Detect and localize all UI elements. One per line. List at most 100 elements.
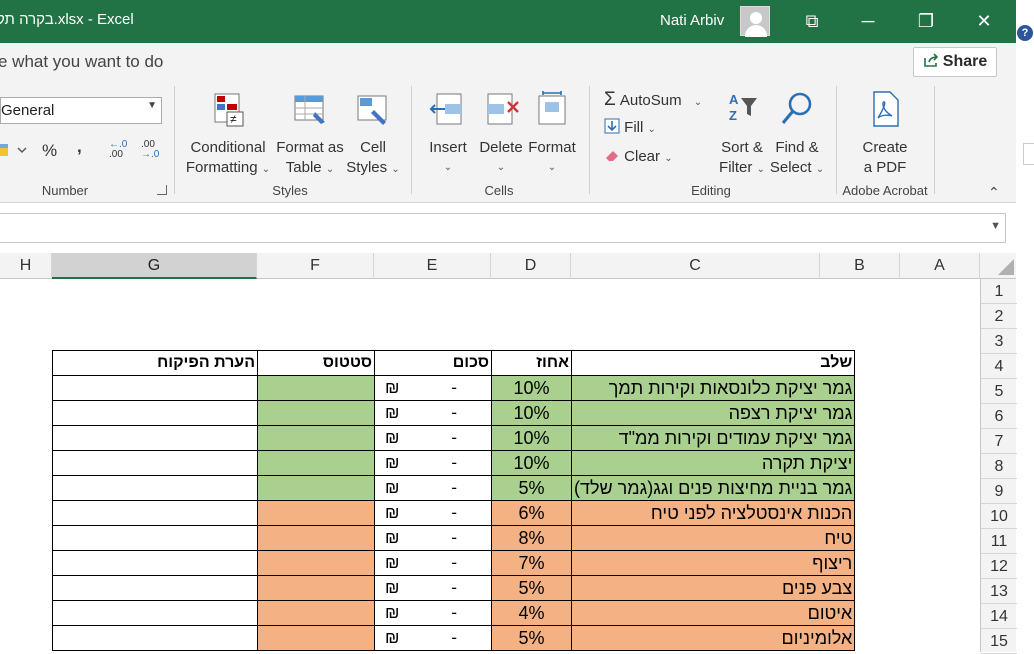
row-header[interactable]: 6 <box>981 404 1017 429</box>
stage-cell[interactable]: צבע פנים <box>570 575 856 601</box>
percent-cell[interactable]: 5% <box>491 475 572 501</box>
percent-cell[interactable]: 6% <box>491 500 572 526</box>
percent-cell[interactable]: 7% <box>491 550 572 576</box>
amount-cell[interactable]: ₪ - <box>374 575 492 601</box>
inspector-note-cell[interactable] <box>52 575 258 601</box>
status-cell[interactable] <box>257 600 375 626</box>
row-header[interactable]: 7 <box>981 429 1017 454</box>
decrease-decimal-button[interactable]: .00 →.0 <box>141 140 159 160</box>
inspector-note-cell[interactable] <box>52 500 258 526</box>
row-header[interactable]: 9 <box>981 479 1017 504</box>
percent-style-button[interactable]: % <box>42 141 57 161</box>
ribbon-display-options-button[interactable]: ⧉ <box>792 6 832 36</box>
conditional-formatting-button[interactable]: ≠ Conditional Formatting ⌄ <box>183 90 273 180</box>
format-as-table-button[interactable]: Format as Table ⌄ <box>273 90 347 180</box>
status-cell[interactable] <box>257 500 375 526</box>
amount-cell[interactable]: ₪ - <box>374 600 492 626</box>
stage-cell[interactable]: גמר יציקת רצפה <box>570 400 856 426</box>
inspector-note-cell[interactable] <box>52 375 258 401</box>
percent-cell[interactable]: 10% <box>491 375 572 401</box>
insert-cells-button[interactable]: Insert ⌄ <box>424 90 472 178</box>
status-cell[interactable] <box>257 625 375 651</box>
tell-me-search[interactable]: e what you want to do <box>0 52 163 72</box>
column-header-h[interactable]: H <box>0 253 52 279</box>
find-select-button[interactable]: Find & Select ⌄ <box>768 90 826 180</box>
amount-cell[interactable]: ₪ - <box>374 400 492 426</box>
row-header[interactable]: 3 <box>981 329 1017 354</box>
inspector-note-cell[interactable] <box>52 550 258 576</box>
row-header[interactable]: 5 <box>981 379 1017 404</box>
stage-cell[interactable]: הכנות אינסטלציה לפני טיח <box>570 500 856 526</box>
row-header[interactable]: 15 <box>981 629 1017 654</box>
delete-cells-button[interactable]: Delete ⌄ <box>476 90 526 178</box>
stage-cell[interactable]: גמר יציקת כלונסאות וקירות תמך <box>570 375 856 401</box>
stage-cell[interactable]: יציקת תקרה <box>570 450 856 476</box>
close-button[interactable]: ✕ <box>964 6 1004 36</box>
stage-cell[interactable]: איטום <box>570 600 856 626</box>
header-inspector-note[interactable]: הערת הפיקוח <box>52 350 258 376</box>
inspector-note-cell[interactable] <box>52 475 258 501</box>
amount-cell[interactable]: ₪ - <box>374 475 492 501</box>
accounting-format-button[interactable] <box>0 140 30 165</box>
status-cell[interactable] <box>257 400 375 426</box>
row-header[interactable]: 4 <box>981 354 1017 379</box>
autosum-button[interactable]: Σ AutoSum ⌄ <box>604 89 702 111</box>
percent-cell[interactable]: 4% <box>491 600 572 626</box>
inspector-note-cell[interactable] <box>52 450 258 476</box>
percent-cell[interactable]: 8% <box>491 525 572 551</box>
stage-cell[interactable]: גמר בניית מחיצות פנים וגג(גמר שלד) <box>570 475 856 501</box>
stage-cell[interactable]: טיח <box>570 525 856 551</box>
percent-cell[interactable]: 5% <box>491 575 572 601</box>
row-header[interactable]: 8 <box>981 454 1017 479</box>
amount-cell[interactable]: ₪ - <box>374 500 492 526</box>
comma-style-button[interactable]: , <box>77 137 82 157</box>
minimize-button[interactable]: ─ <box>848 6 888 36</box>
column-header-b[interactable]: B <box>820 253 900 279</box>
stage-cell[interactable]: גמר יציקת עמודים וקירות ממ"ד <box>570 425 856 451</box>
column-header-g[interactable]: G <box>52 253 257 279</box>
inspector-note-cell[interactable] <box>52 400 258 426</box>
avatar[interactable] <box>740 6 770 37</box>
inspector-note-cell[interactable] <box>52 525 258 551</box>
header-percent[interactable]: אחוז <box>491 350 572 376</box>
status-cell[interactable] <box>257 475 375 501</box>
amount-cell[interactable]: ₪ - <box>374 425 492 451</box>
cell-styles-button[interactable]: Cell Styles ⌄ <box>345 90 401 180</box>
select-all-button[interactable] <box>980 253 1016 279</box>
percent-cell[interactable]: 10% <box>491 400 572 426</box>
column-header-d[interactable]: D <box>491 253 571 279</box>
collapse-ribbon-icon[interactable]: ⌃ <box>988 184 1000 201</box>
inspector-note-cell[interactable] <box>52 425 258 451</box>
header-stage[interactable]: שלב <box>570 350 856 376</box>
user-name[interactable]: Nati Arbiv <box>660 12 724 29</box>
amount-cell[interactable]: ₪ - <box>374 625 492 651</box>
percent-cell[interactable]: 10% <box>491 425 572 451</box>
inspector-note-cell[interactable] <box>52 625 258 651</box>
percent-cell[interactable]: 5% <box>491 625 572 651</box>
number-dialog-launcher-icon[interactable] <box>157 185 167 195</box>
column-header-a[interactable]: A <box>900 253 980 279</box>
status-cell[interactable] <box>257 375 375 401</box>
expand-formula-bar-icon[interactable]: ▼ <box>990 220 1001 232</box>
amount-cell[interactable]: ₪ - <box>374 375 492 401</box>
column-header-e[interactable]: E <box>374 253 491 279</box>
status-cell[interactable] <box>257 575 375 601</box>
row-header[interactable]: 11 <box>981 529 1017 554</box>
row-header[interactable]: 12 <box>981 554 1017 579</box>
sort-filter-button[interactable]: AZ Sort & Filter ⌄ <box>716 90 768 180</box>
formula-bar[interactable]: ▼ <box>0 213 1006 243</box>
sheet-grid[interactable]: הערת הפיקוח סטטוס סכום אחוז שלב ₪ -10% גמר… <box>0 279 980 652</box>
status-cell[interactable] <box>257 550 375 576</box>
share-button[interactable]: Share <box>913 47 997 77</box>
fill-button[interactable]: Fill ⌄ <box>604 118 656 136</box>
amount-cell[interactable]: ₪ - <box>374 550 492 576</box>
header-amount[interactable]: סכום <box>374 350 492 376</box>
format-cells-button[interactable]: Format ⌄ <box>526 90 578 178</box>
inspector-note-cell[interactable] <box>52 600 258 626</box>
number-format-dropdown[interactable]: General ▼ <box>0 97 162 124</box>
row-header[interactable]: 14 <box>981 604 1017 629</box>
status-cell[interactable] <box>257 425 375 451</box>
row-header[interactable]: 13 <box>981 579 1017 604</box>
amount-cell[interactable]: ₪ - <box>374 450 492 476</box>
stage-cell[interactable]: ריצוף <box>570 550 856 576</box>
